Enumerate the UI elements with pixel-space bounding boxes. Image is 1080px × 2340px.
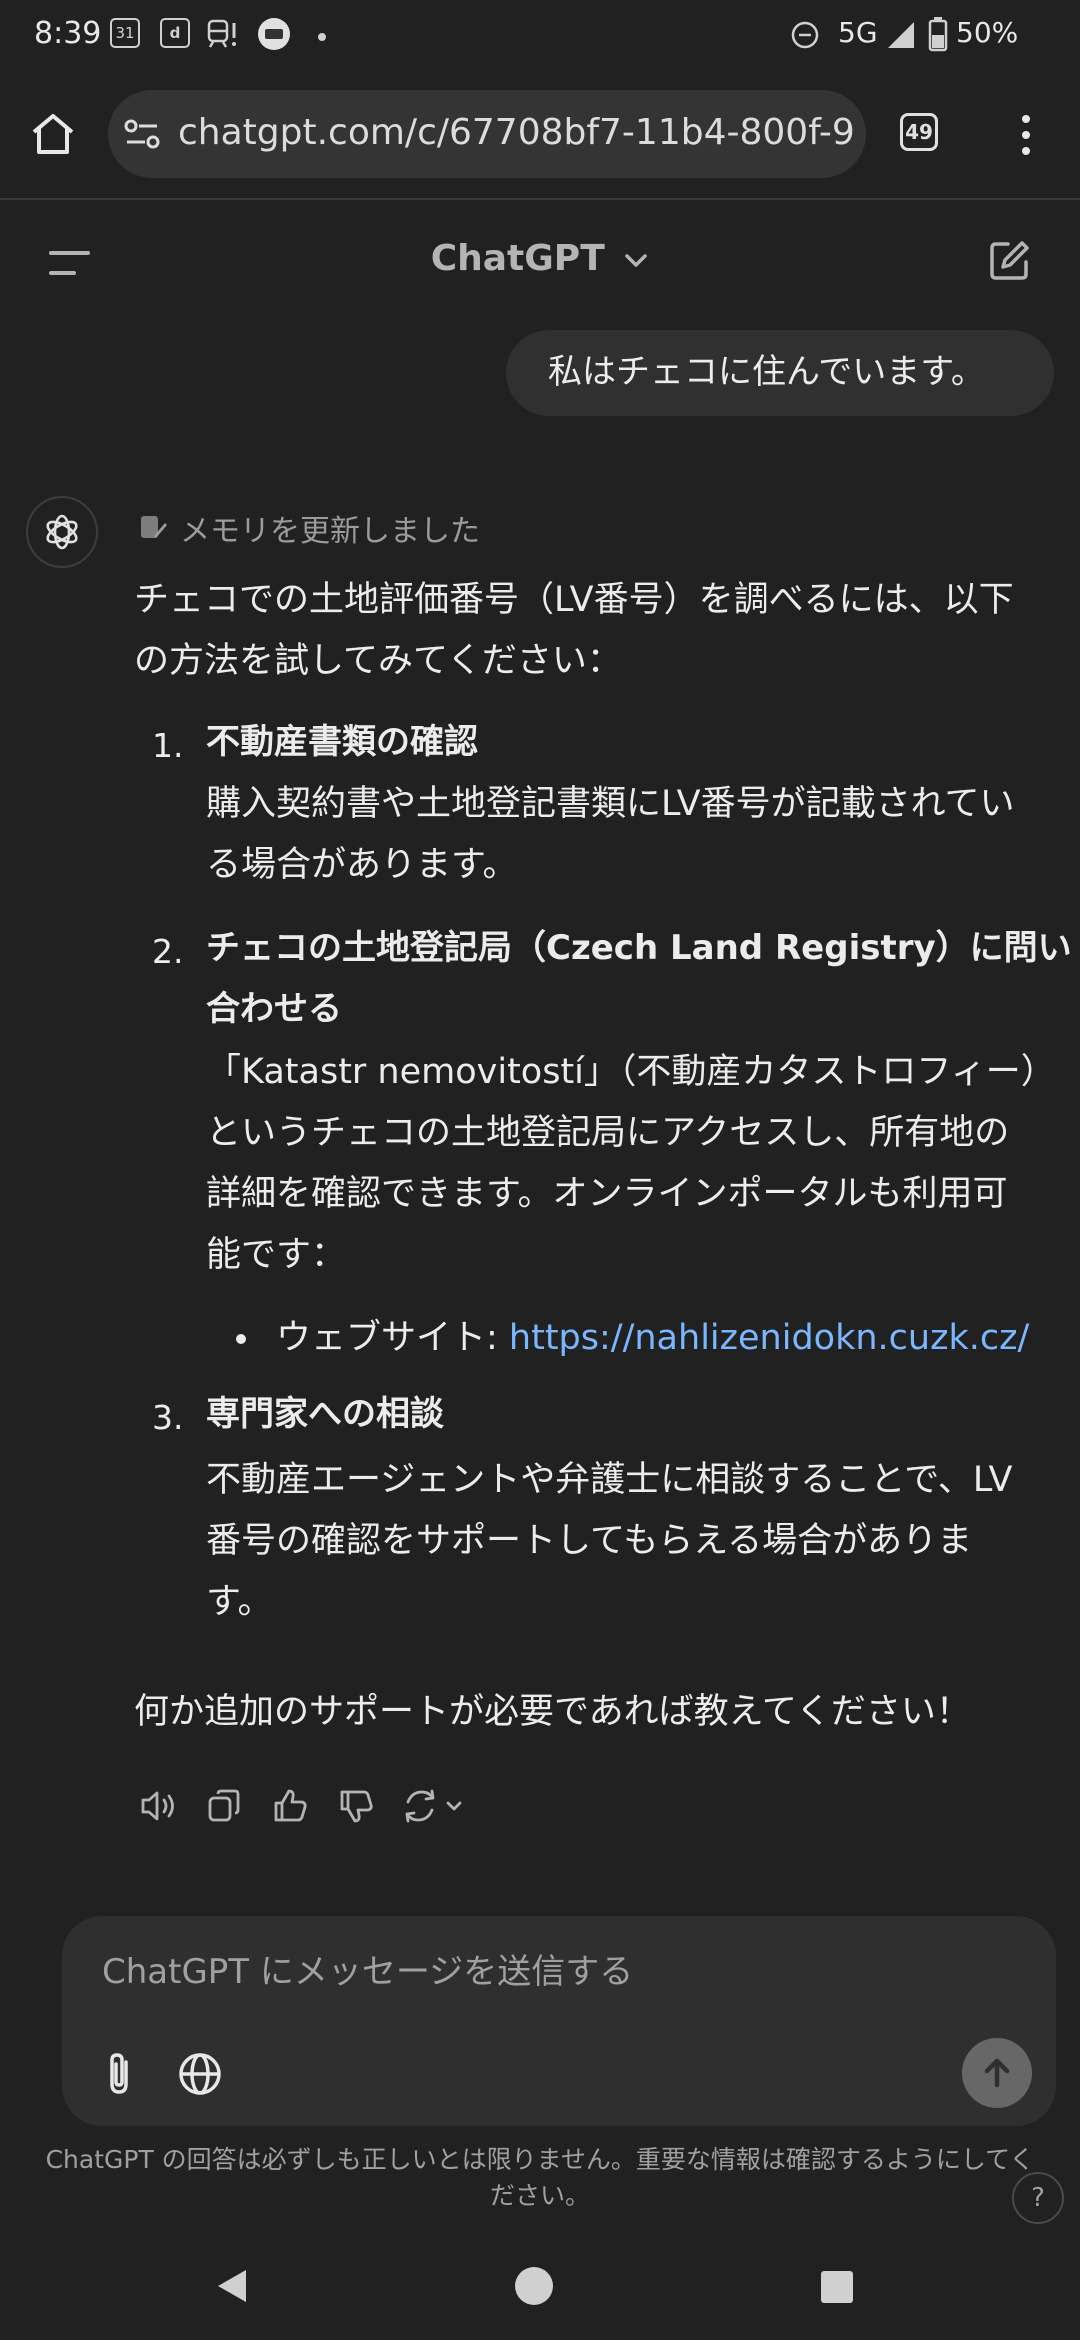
- url-text[interactable]: chatgpt.com/c/67708bf7-11b4-800f-9db: [178, 112, 854, 153]
- bullet-dot: [236, 1334, 246, 1344]
- new-chat-icon[interactable]: [986, 238, 1032, 284]
- step-body: 不動産エージェントや弁護士に相談することで、LV 番号の確認をサポートしてもらえ…: [206, 1450, 1012, 1633]
- step-body-line: 購入契約書や土地登記書類にLV番号が記載されてい: [206, 784, 1015, 824]
- step-body-line: 不動産エージェントや弁護士に相談することで、LV: [206, 1460, 1013, 1500]
- battery-level: 50%: [956, 16, 1019, 49]
- message-input[interactable]: ChatGPT にメッセージを送信する: [102, 1944, 633, 1993]
- disclaimer-line: ChatGPT の回答は必ずしも正しいとは限りません。重要な情報は確認するように…: [45, 2145, 1035, 2174]
- assistant-avatar: [26, 496, 98, 568]
- help-button[interactable]: ?: [1012, 2172, 1064, 2224]
- step-number: 1.: [152, 726, 184, 765]
- send-button[interactable]: [962, 2038, 1032, 2108]
- do-not-disturb-icon: [791, 21, 819, 49]
- step-body: 購入契約書や土地登記書類にLV番号が記載されてい る場合があります。: [206, 774, 1015, 896]
- home-nav-icon[interactable]: [514, 2266, 554, 2306]
- step-body-line: 番号の確認をサポートしてもらえる場合がありま: [206, 1521, 973, 1561]
- train-icon: [207, 19, 236, 48]
- calendar-icon: 31: [110, 18, 140, 48]
- thumbs-down-icon[interactable]: [336, 1786, 376, 1826]
- web-search-globe-icon[interactable]: [176, 2050, 224, 2098]
- d-app-icon: d: [160, 18, 190, 48]
- step-body-line: 「Katastr nemovitostí」（不動産カタストロフィー）: [206, 1052, 1056, 1092]
- user-message-text: 私はチェコに住んでいます。: [548, 352, 985, 392]
- battery-icon: [928, 17, 948, 52]
- intro-line: チェコでの土地評価番号（LV番号）を調べるには、以下: [134, 580, 1014, 620]
- step-number: 3.: [152, 1398, 184, 1437]
- model-selector[interactable]: ChatGPT: [0, 238, 1080, 279]
- recents-nav-icon[interactable]: [820, 2270, 854, 2304]
- chevron-down-icon[interactable]: [623, 250, 649, 270]
- assistant-closing: 何か追加のサポートが必要であれば教えてください！: [134, 1692, 971, 1732]
- arrow-up-icon: [984, 2058, 1010, 2088]
- registry-link[interactable]: https://nahlizenidokn.cuzk.cz/: [509, 1318, 1029, 1358]
- step-number: 2.: [152, 932, 184, 971]
- disclaimer-text: ChatGPT の回答は必ずしも正しいとは限りません。重要な情報は確認するように…: [10, 2142, 1070, 2214]
- website-bullet: ウェブサイト: https://nahlizenidokn.cuzk.cz/: [276, 1308, 1029, 1369]
- read-aloud-icon[interactable]: [138, 1786, 178, 1826]
- step-body: 「Katastr nemovitostí」（不動産カタストロフィー） というチェ…: [206, 1042, 1056, 1286]
- step-body-line: というチェコの土地登記局にアクセスし、所有地の: [206, 1113, 1010, 1153]
- notification-dot: [318, 33, 326, 41]
- step-title: 専門家への相談: [206, 1394, 444, 1434]
- regenerate-icon[interactable]: [400, 1786, 470, 1826]
- step-body-line: る場合があります。: [206, 845, 518, 885]
- attach-icon[interactable]: [100, 2050, 140, 2098]
- memory-updated-icon: [141, 516, 167, 538]
- thumbs-up-icon[interactable]: [270, 1786, 310, 1826]
- step-title: 不動産書類の確認: [206, 722, 478, 762]
- copy-icon[interactable]: [204, 1786, 244, 1826]
- step-title-line: チェコの土地登記局（Czech Land Registry）に問い: [206, 928, 1072, 968]
- intro-line: の方法を試してみてください：: [134, 641, 622, 681]
- step-title: チェコの土地登記局（Czech Land Registry）に問い 合わせる: [206, 918, 1072, 1040]
- more-menu-icon[interactable]: [1016, 112, 1036, 158]
- home-icon[interactable]: [30, 112, 76, 156]
- step-title-line: 合わせる: [206, 989, 342, 1029]
- tab-switcher-button[interactable]: 49: [900, 113, 938, 151]
- status-time: 8:39: [34, 16, 102, 51]
- openai-logo-icon: [46, 514, 78, 550]
- app-badge-icon: [258, 18, 290, 50]
- signal-icon: [888, 22, 914, 48]
- memory-updated-note[interactable]: メモリを更新しました: [180, 506, 480, 550]
- assistant-intro: チェコでの土地評価番号（LV番号）を調べるには、以下 の方法を試してみてください…: [134, 570, 1014, 692]
- website-label: ウェブサイト:: [276, 1318, 509, 1358]
- disclaimer-line: ださい。: [489, 2181, 590, 2210]
- model-title[interactable]: ChatGPT: [431, 238, 605, 279]
- network-type: 5G: [838, 16, 878, 49]
- step-body-line: す。: [206, 1582, 273, 1622]
- step-body-line: 詳細を確認できます。オンラインポータルも利用可: [206, 1174, 1008, 1214]
- back-nav-icon[interactable]: [212, 2266, 252, 2306]
- site-settings-icon[interactable]: [124, 118, 160, 150]
- step-body-line: 能です：: [206, 1235, 347, 1275]
